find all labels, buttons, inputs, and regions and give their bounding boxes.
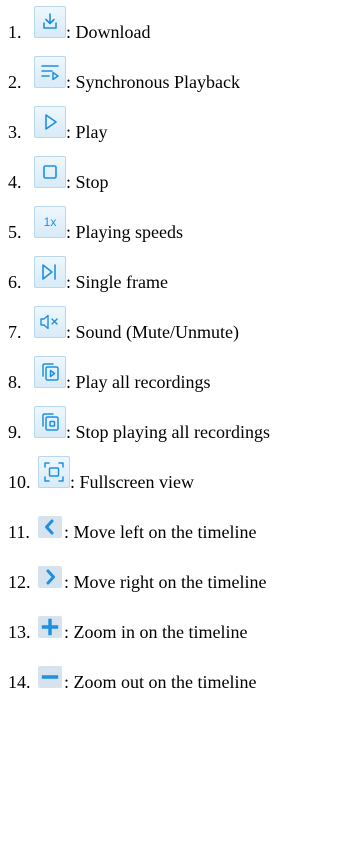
mute-icon xyxy=(40,314,58,330)
item-label: : Move left on the timeline xyxy=(64,522,257,542)
single-frame-icon xyxy=(42,264,56,280)
play-icon xyxy=(45,114,57,130)
play-button[interactable] xyxy=(34,106,66,138)
item-number: 7. xyxy=(8,322,22,342)
fullscreen-button[interactable] xyxy=(38,456,70,488)
play-all-icon xyxy=(42,363,59,381)
list-item-sound: 7. : Sound (Mute/Unmute) xyxy=(0,300,359,350)
item-number: 10. xyxy=(8,472,31,492)
list-item-playing-speeds: 5. 1x : Playing speeds xyxy=(0,200,359,250)
item-label: : Sound (Mute/Unmute) xyxy=(66,322,239,342)
item-number: 8. xyxy=(8,372,22,392)
chevron-left-icon xyxy=(45,519,54,535)
timeline-right-button[interactable] xyxy=(38,566,62,588)
stop-icon xyxy=(43,165,57,179)
playing-speed-button[interactable]: 1x xyxy=(34,206,66,238)
item-label: : Synchronous Playback xyxy=(66,72,240,92)
speed-1x-icon: 1x xyxy=(44,215,57,229)
item-label: : Play xyxy=(66,122,108,142)
item-label: : Stop playing all recordings xyxy=(66,422,270,442)
list-item-download: 1. : Download xyxy=(0,0,359,50)
item-number: 13. xyxy=(8,622,31,642)
item-number: 2. xyxy=(8,72,22,92)
item-number: 9. xyxy=(8,422,22,442)
list-item-fullscreen: 10. : Fullscreen view xyxy=(0,450,359,500)
single-frame-button[interactable] xyxy=(34,256,66,288)
download-icon xyxy=(43,13,57,29)
list-item-zoom-out: 14. : Zoom out on the timeline xyxy=(0,650,359,700)
item-label: : Playing speeds xyxy=(66,222,183,242)
item-label: : Stop xyxy=(66,172,109,192)
timeline-left-button[interactable] xyxy=(38,516,62,538)
item-number: 12. xyxy=(8,572,31,592)
item-label: : Zoom in on the timeline xyxy=(64,622,248,642)
list-item-stop-all: 9. : Stop playing all recordings xyxy=(0,400,359,450)
item-number: 6. xyxy=(8,272,22,292)
play-all-button[interactable] xyxy=(34,356,66,388)
download-button[interactable] xyxy=(34,6,66,38)
item-number: 3. xyxy=(8,122,22,142)
sync-playback-icon xyxy=(41,65,59,81)
list-item-sync-playback: 2. : Synchronous Playback xyxy=(0,50,359,100)
item-label: : Download xyxy=(66,22,151,42)
stop-all-icon xyxy=(42,413,59,431)
sound-button[interactable] xyxy=(34,306,66,338)
chevron-right-icon xyxy=(46,569,55,585)
item-number: 1. xyxy=(8,22,22,42)
list-item-stop: 4. : Stop xyxy=(0,150,359,200)
timeline-zoom-out-button[interactable] xyxy=(38,666,62,688)
item-label: : Play all recordings xyxy=(66,372,211,392)
item-label: : Zoom out on the timeline xyxy=(64,672,257,692)
list-item-move-left: 11. : Move left on the timeline xyxy=(0,500,359,550)
fullscreen-icon xyxy=(44,462,64,482)
item-number: 5. xyxy=(8,222,22,242)
list-item-single-frame: 6. : Single frame xyxy=(0,250,359,300)
item-label: : Single frame xyxy=(66,272,168,292)
item-number: 4. xyxy=(8,172,22,192)
plus-icon xyxy=(41,618,59,636)
list-item-move-right: 12. : Move right on the timeline xyxy=(0,550,359,600)
stop-button[interactable] xyxy=(34,156,66,188)
list-item-play: 3. : Play xyxy=(0,100,359,150)
item-label: : Move right on the timeline xyxy=(64,572,267,592)
item-number: 11. xyxy=(8,522,30,542)
minus-icon xyxy=(41,675,59,679)
list-item-zoom-in: 13. : Zoom in on the timeline xyxy=(0,600,359,650)
list-item-play-all: 8. : Play all recordings xyxy=(0,350,359,400)
icon-legend-list: 1. : Download 2.: Synchronous Playback … xyxy=(0,0,359,841)
item-number: 14. xyxy=(8,672,31,692)
stop-all-button[interactable] xyxy=(34,406,66,438)
timeline-zoom-in-button[interactable] xyxy=(38,616,62,638)
item-label: : Fullscreen view xyxy=(70,472,194,492)
sync-playback-button[interactable] xyxy=(34,56,66,88)
svg-text:1x: 1x xyxy=(44,215,57,229)
